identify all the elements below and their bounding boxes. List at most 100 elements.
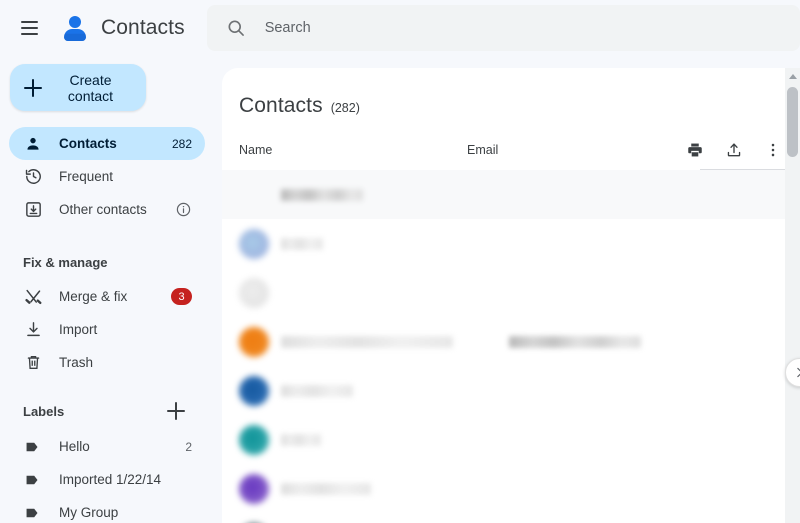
history-clock-icon [23, 167, 43, 187]
avatar [239, 278, 269, 308]
page-title: Contacts [239, 94, 323, 118]
contact-name-cell [281, 385, 509, 397]
redacted-name [281, 385, 353, 397]
fix-manage-list: Merge & fix 3 Import [0, 280, 222, 379]
contact-name-cell [281, 189, 509, 201]
more-options-button[interactable] [761, 138, 785, 162]
sidebar-item-label: Merge & fix [59, 289, 155, 304]
sidebar-item-label: Trash [59, 355, 192, 370]
merge-tools-icon [23, 287, 43, 307]
table-row[interactable] [222, 268, 800, 317]
sidebar-item-label: My Group [59, 505, 192, 520]
avatar [239, 425, 269, 455]
create-contact-label: Create contact [53, 72, 128, 104]
fix-manage-heading: Fix & manage [0, 252, 222, 272]
person-icon [23, 134, 43, 154]
other-contacts-info-icon[interactable] [175, 201, 192, 218]
main-content-card: Contacts (282) Name Email [222, 68, 800, 523]
sidebar-item-label: Imported 1/22/14 [59, 472, 192, 487]
chevron-right-icon [793, 366, 800, 379]
column-header-email[interactable]: Email [467, 143, 683, 157]
avatar-cell [239, 278, 281, 308]
primary-nav: Contacts 282 Frequent [0, 127, 222, 226]
avatar-cell [239, 474, 281, 504]
sidebar-item-merge-and-fix[interactable]: Merge & fix 3 [9, 280, 205, 313]
page-title-row: Contacts (282) [222, 68, 800, 118]
create-label-plus-icon[interactable] [167, 402, 185, 420]
print-button[interactable] [683, 138, 707, 162]
search-bar[interactable] [207, 5, 800, 51]
scroll-thumb[interactable] [787, 87, 798, 157]
page-contact-count: (282) [331, 101, 360, 115]
hamburger-menu-icon[interactable] [14, 13, 44, 43]
sidebar-item-contacts[interactable]: Contacts 282 [9, 127, 205, 160]
redacted-email [509, 336, 641, 348]
search-input[interactable] [265, 20, 786, 36]
table-row[interactable] [222, 366, 800, 415]
sidebar-item-label: Hello [59, 439, 169, 454]
top-bar: Contacts [0, 0, 800, 56]
table-header: Name Email [222, 130, 800, 170]
redacted-name [281, 336, 453, 348]
avatar-cell [239, 327, 281, 357]
contacts-rows [222, 170, 800, 523]
column-header-name[interactable]: Name [239, 143, 467, 157]
contacts-list-region: Contacts (282) Name Email [222, 68, 800, 523]
redacted-name [281, 238, 323, 250]
body: Create contact Contacts 282 [0, 56, 800, 523]
table-row[interactable] [222, 415, 800, 464]
sidebar-item-label: Other contacts [59, 202, 159, 217]
contacts-person-icon [60, 13, 90, 43]
contacts-app: Contacts Create contact [0, 0, 800, 523]
label-tag-icon [23, 437, 43, 457]
label-count: 2 [185, 440, 192, 454]
table-row[interactable] [222, 170, 800, 219]
contact-name-cell [281, 238, 509, 250]
table-header-actions [683, 138, 800, 162]
scroll-track[interactable] [785, 84, 800, 523]
sidebar-item-other-contacts[interactable]: Other contacts [9, 193, 205, 226]
sidebar-item-label: Contacts [59, 136, 156, 151]
avatar [239, 474, 269, 504]
labels-heading: Labels [0, 401, 222, 421]
scroll-up-arrow-icon[interactable] [785, 68, 800, 84]
export-button[interactable] [722, 138, 746, 162]
avatar [239, 327, 269, 357]
labels-list: Hello 2 Imported 1/22/14 [0, 430, 222, 523]
table-row[interactable] [222, 513, 800, 523]
sidebar-item-label: Import [59, 322, 192, 337]
sidebar-label-my-group[interactable]: My Group [9, 496, 205, 523]
avatar-cell [239, 229, 281, 259]
create-contact-button[interactable]: Create contact [10, 64, 146, 111]
sidebar-item-frequent[interactable]: Frequent [9, 160, 205, 193]
search-icon [226, 18, 246, 38]
table-row[interactable] [222, 219, 800, 268]
archive-download-icon [23, 200, 43, 220]
plus-icon [24, 79, 42, 97]
redacted-name [281, 483, 371, 495]
sidebar: Create contact Contacts 282 [0, 56, 222, 523]
contacts-count: 282 [172, 137, 192, 151]
avatar [239, 229, 269, 259]
avatar-cell [239, 425, 281, 455]
labels-label: Labels [23, 404, 64, 419]
sidebar-item-import[interactable]: Import [9, 313, 205, 346]
trash-icon [23, 353, 43, 373]
label-tag-icon [23, 503, 43, 523]
label-tag-icon [23, 470, 43, 490]
avatar-cell [239, 376, 281, 406]
sidebar-label-hello[interactable]: Hello 2 [9, 430, 205, 463]
import-download-icon [23, 320, 43, 340]
app-title: Contacts [101, 16, 185, 40]
fix-manage-label: Fix & manage [23, 255, 108, 270]
avatar [239, 376, 269, 406]
brand[interactable]: Contacts [60, 13, 185, 43]
contact-name-cell [281, 336, 509, 348]
sidebar-label-imported[interactable]: Imported 1/22/14 [9, 463, 205, 496]
vertical-scrollbar[interactable] [785, 68, 800, 523]
contact-name-cell [281, 434, 509, 446]
table-row[interactable] [222, 317, 800, 366]
sidebar-item-trash[interactable]: Trash [9, 346, 205, 379]
table-row[interactable] [222, 464, 800, 513]
redacted-name [281, 189, 363, 201]
